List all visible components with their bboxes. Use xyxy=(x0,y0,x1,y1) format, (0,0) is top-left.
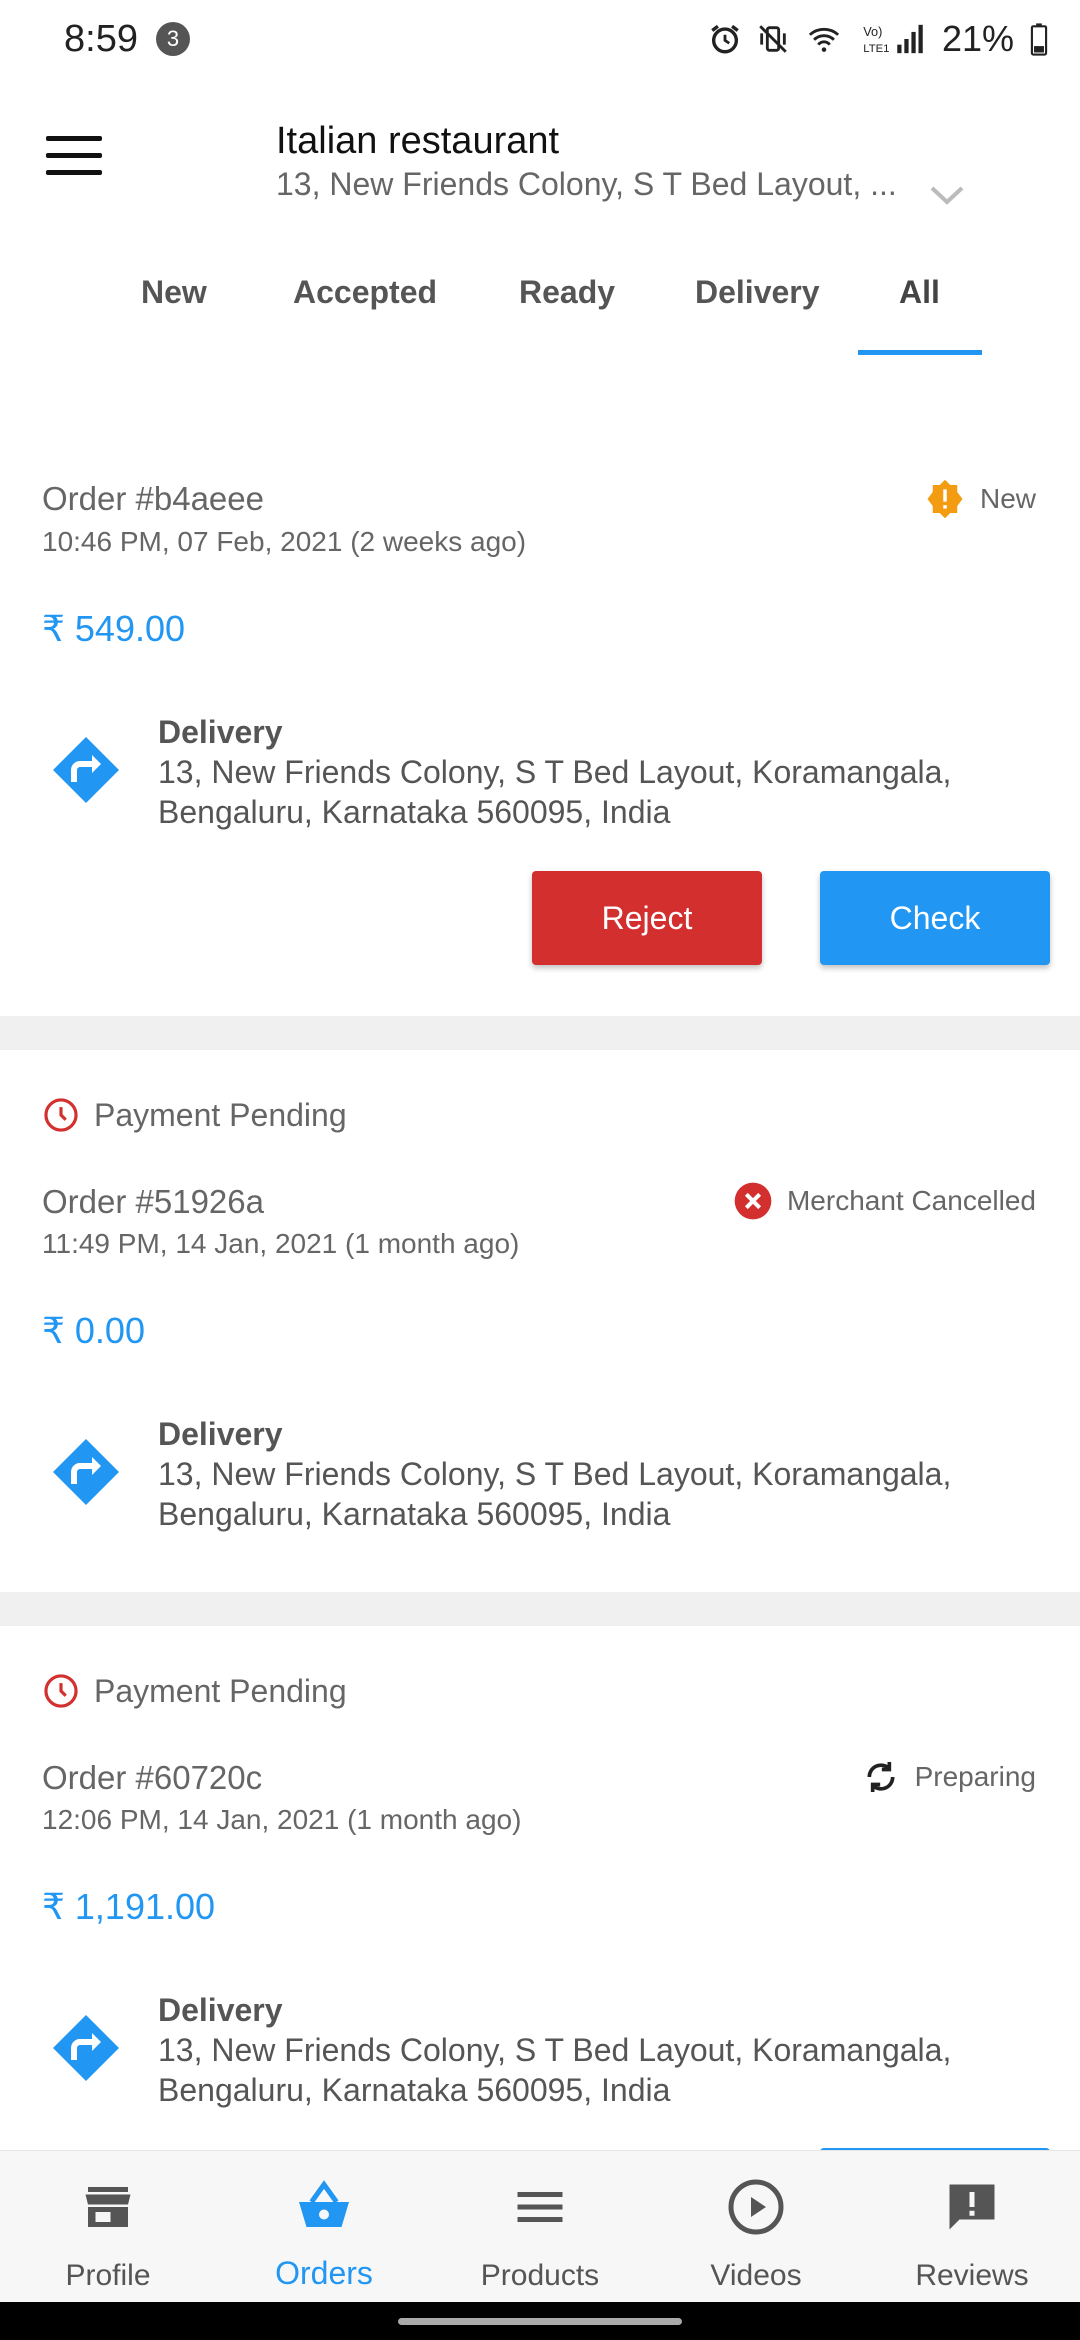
status-badge: Merchant Cancelled xyxy=(733,1181,1036,1221)
clock-icon xyxy=(44,1674,78,1708)
delivery-title: Delivery xyxy=(158,714,283,750)
nav-profile[interactable]: Profile xyxy=(0,2151,216,2303)
warning-icon xyxy=(927,479,963,519)
basket-icon xyxy=(299,2180,349,2227)
nav-reviews[interactable]: Reviews xyxy=(864,2151,1080,2303)
nav-label: Reviews xyxy=(915,2259,1029,2292)
delivery-address: 13, New Friends Colony, S T Bed Layout, … xyxy=(158,1456,952,1532)
status-label: Merchant Cancelled xyxy=(786,1185,1036,1216)
clock-icon xyxy=(44,1098,78,1132)
alarm-icon xyxy=(711,24,739,54)
delivery-title: Delivery xyxy=(158,1416,283,1452)
feedback-icon xyxy=(949,2184,995,2230)
order-time: 12:06 PM, 14 Jan, 2021 (1 month ago) xyxy=(42,1804,522,1835)
sync-icon xyxy=(867,1762,895,1792)
nav-label: Products xyxy=(480,2259,600,2292)
svg-text:LTE1: LTE1 xyxy=(863,43,889,55)
delivery-address: 13, New Friends Colony, S T Bed Layout, … xyxy=(158,754,952,830)
payment-pending: Payment Pending xyxy=(42,1672,347,1710)
order-amount: ₹ 0.00 xyxy=(42,1310,145,1351)
delivery-title: Delivery xyxy=(158,1992,283,2028)
nav-videos[interactable]: Videos xyxy=(648,2151,864,2303)
nav-orders[interactable]: Orders xyxy=(216,2151,432,2303)
chevron-down-icon[interactable] xyxy=(926,180,968,210)
order-id[interactable]: Order #51926a xyxy=(42,1183,264,1221)
directions-icon xyxy=(53,2015,119,2081)
status-badge: Preparing xyxy=(861,1757,1036,1797)
lte-signal-icon: Vo) LTE1 xyxy=(863,24,923,55)
cancel-icon xyxy=(734,1182,772,1220)
tab-ready[interactable]: Ready xyxy=(519,274,615,311)
tab-all[interactable]: All xyxy=(899,274,940,311)
tab-delivery[interactable]: Delivery xyxy=(695,274,820,311)
order-time: 10:46 PM, 07 Feb, 2021 (2 weeks ago) xyxy=(42,526,527,557)
nav-label: Orders xyxy=(275,2255,373,2291)
card-divider xyxy=(0,1592,1080,1626)
directions-icon xyxy=(53,737,119,803)
payment-pending: Payment Pending xyxy=(42,1096,347,1134)
order-amount: ₹ 549.00 xyxy=(42,608,186,649)
order-id[interactable]: Order #60720c xyxy=(42,1759,262,1797)
status-icons: Vo) LTE1 21% xyxy=(708,18,1050,60)
tab-accepted[interactable]: Accepted xyxy=(293,274,437,311)
card-divider xyxy=(0,1016,1080,1050)
nav-label: Videos xyxy=(710,2259,802,2292)
nav-label: Profile xyxy=(65,2259,151,2292)
payment-status-label: Payment Pending xyxy=(94,1672,347,1709)
bottom-navigation: Profile Orders Products Videos Reviews xyxy=(0,2150,1080,2303)
notification-count-badge: 3 xyxy=(156,22,190,56)
order-tabs: New Accepted Ready Delivery All xyxy=(0,258,1080,356)
status-badge: New xyxy=(924,478,1036,520)
store-address[interactable]: 13, New Friends Colony, S T Bed Layout, … xyxy=(276,166,897,203)
order-id[interactable]: Order #b4aeee xyxy=(42,480,264,518)
battery-percent: 21% xyxy=(941,18,1014,59)
home-gesture-pill[interactable] xyxy=(398,2318,682,2325)
status-label: New xyxy=(979,483,1036,514)
order-amount: ₹ 1,191.00 xyxy=(42,1886,216,1927)
reject-button[interactable]: Reject xyxy=(532,871,762,965)
vibrate-mute-icon xyxy=(759,25,787,53)
play-icon xyxy=(728,2179,784,2235)
list-icon xyxy=(517,2192,563,2222)
wifi-icon xyxy=(808,27,840,52)
status-label: Preparing xyxy=(914,1761,1036,1792)
directions-icon xyxy=(53,1439,119,1505)
svg-text:Vo): Vo) xyxy=(863,24,882,39)
hamburger-menu-icon[interactable] xyxy=(46,136,102,178)
check-button[interactable]: Check xyxy=(820,871,1050,965)
delivery-address: 13, New Friends Colony, S T Bed Layout, … xyxy=(158,2032,952,2108)
active-tab-indicator xyxy=(858,350,982,355)
nav-products[interactable]: Products xyxy=(432,2151,648,2303)
store-title[interactable]: Italian restaurant xyxy=(276,120,559,163)
tab-new[interactable]: New xyxy=(141,274,207,311)
store-icon xyxy=(85,2187,131,2227)
status-time: 8:59 xyxy=(64,18,138,60)
order-time: 11:49 PM, 14 Jan, 2021 (1 month ago) xyxy=(42,1228,520,1259)
payment-status-label: Payment Pending xyxy=(94,1096,347,1133)
battery-icon xyxy=(1030,23,1048,56)
